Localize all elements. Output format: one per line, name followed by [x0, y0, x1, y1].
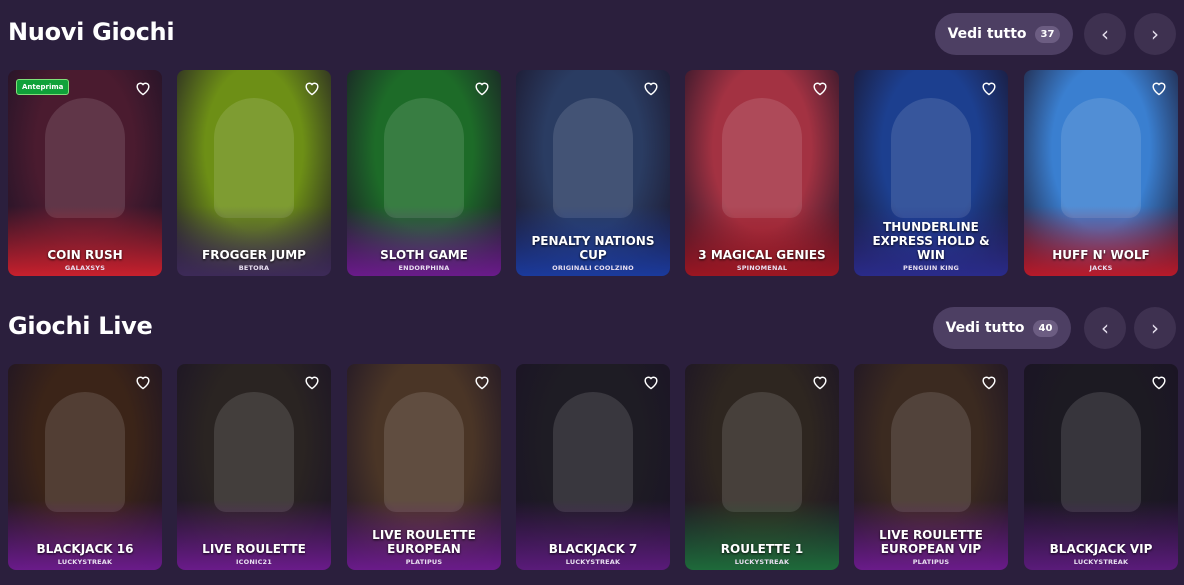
game-title: FROGGER JUMP — [202, 248, 306, 262]
game-provider: ENDORPHINA — [398, 264, 450, 272]
section-header: Nuovi Giochi Vedi tutto 37 ‹ › — [0, 0, 1184, 70]
game-title: LIVE ROULETTE — [202, 542, 306, 556]
game-artwork-figure — [45, 98, 125, 218]
count-badge: 37 — [1034, 25, 1061, 43]
game-artwork-figure — [553, 98, 633, 218]
game-card[interactable]: 3 MAGICAL GENIES SPINOMENAL — [685, 70, 839, 276]
prev-button[interactable]: ‹ — [1084, 13, 1126, 55]
game-card[interactable]: BLACKJACK 16 LUCKYSTREAK — [8, 364, 162, 570]
game-title: HUFF N' WOLF — [1052, 248, 1150, 262]
heart-icon[interactable] — [134, 374, 152, 390]
see-all-button[interactable]: Vedi tutto 40 — [933, 307, 1071, 349]
game-card[interactable]: PENALTY NATIONS CUP ORIGINALI COOLZINO — [516, 70, 670, 276]
game-card[interactable]: BLACKJACK VIP LUCKYSTREAK — [1024, 364, 1178, 570]
game-artwork-figure — [1061, 98, 1141, 218]
game-provider: PLATIPUS — [912, 558, 950, 566]
next-button[interactable]: › — [1134, 307, 1176, 349]
see-all-button[interactable]: Vedi tutto 37 — [935, 13, 1073, 55]
chevron-left-icon: ‹ — [1101, 316, 1109, 340]
chevron-right-icon: › — [1151, 22, 1159, 46]
game-card[interactable]: LIVE ROULETTE EUROPEAN PLATIPUS — [347, 364, 501, 570]
game-provider: LUCKYSTREAK — [734, 558, 790, 566]
game-title: BLACKJACK VIP — [1049, 542, 1153, 556]
section-live-games: Giochi Live Vedi tutto 40 ‹ › BLACKJACK … — [0, 294, 1184, 570]
game-carousel: BLACKJACK 16 LUCKYSTREAK LIVE ROULETTE ICON… — [0, 364, 1184, 570]
game-artwork-figure — [891, 98, 971, 218]
game-artwork-figure — [1061, 392, 1141, 512]
game-title: BLACKJACK 16 — [36, 542, 134, 556]
game-artwork-figure — [45, 392, 125, 512]
game-title: PENALTY NATIONS CUP — [531, 234, 655, 262]
game-title: SLOTH GAME — [380, 248, 468, 262]
game-title: LIVE ROULETTE EUROPEAN VIP — [879, 528, 983, 556]
chevron-right-icon: › — [1151, 316, 1159, 340]
game-title: THUNDERLINE EXPRESS HOLD & WIN — [872, 220, 990, 262]
heart-icon[interactable] — [980, 80, 998, 96]
game-provider: ORIGINALI COOLZINO — [552, 264, 634, 272]
heart-icon[interactable] — [1150, 374, 1168, 390]
game-title: LIVE ROULETTE EUROPEAN — [372, 528, 476, 556]
heart-icon[interactable] — [303, 374, 321, 390]
prev-button[interactable]: ‹ — [1084, 307, 1126, 349]
section-header: Giochi Live Vedi tutto 40 ‹ › — [0, 294, 1184, 364]
section-new-games: Nuovi Giochi Vedi tutto 37 ‹ › COIN RUSH… — [0, 0, 1184, 276]
game-provider: LUCKYSTREAK — [565, 558, 621, 566]
game-carousel: COIN RUSH GALAXSYS Anteprima FROGGER JUMP BE… — [0, 70, 1184, 276]
heart-icon[interactable] — [980, 374, 998, 390]
game-provider: LUCKYSTREAK — [1073, 558, 1129, 566]
heart-icon[interactable] — [642, 80, 660, 96]
game-provider: ICONIC21 — [236, 558, 272, 566]
game-artwork-figure — [384, 392, 464, 512]
heart-icon[interactable] — [1150, 80, 1168, 96]
preview-badge: Anteprima — [16, 79, 70, 95]
game-card[interactable]: LIVE ROULETTE EUROPEAN VIP PLATIPUS — [854, 364, 1008, 570]
game-artwork-figure — [891, 392, 971, 512]
section-title: Nuovi Giochi — [8, 18, 175, 46]
game-card[interactable]: BLACKJACK 7 LUCKYSTREAK — [516, 364, 670, 570]
game-artwork-figure — [214, 392, 294, 512]
heart-icon[interactable] — [473, 374, 491, 390]
game-card[interactable]: THUNDERLINE EXPRESS HOLD & WIN PENGUIN KI… — [854, 70, 1008, 276]
game-artwork-figure — [553, 392, 633, 512]
game-title: COIN RUSH — [47, 248, 123, 262]
next-button[interactable]: › — [1134, 13, 1176, 55]
section-title: Giochi Live — [8, 312, 153, 340]
heart-icon[interactable] — [811, 374, 829, 390]
game-card[interactable]: HUFF N' WOLF JACKS — [1024, 70, 1178, 276]
heart-icon[interactable] — [473, 80, 491, 96]
see-all-label: Vedi tutto — [947, 26, 1027, 42]
game-title: 3 MAGICAL GENIES — [698, 248, 826, 262]
game-artwork-figure — [214, 98, 294, 218]
game-card[interactable]: COIN RUSH GALAXSYS Anteprima — [8, 70, 162, 276]
heart-icon[interactable] — [303, 80, 321, 96]
see-all-label: Vedi tutto — [945, 320, 1025, 336]
game-title: ROULETTE 1 — [720, 542, 804, 556]
game-card[interactable]: FROGGER JUMP BETORA — [177, 70, 331, 276]
chevron-left-icon: ‹ — [1101, 22, 1109, 46]
game-provider: SPINOMENAL — [736, 264, 788, 272]
game-provider: PENGUIN KING — [902, 264, 959, 272]
heart-icon[interactable] — [642, 374, 660, 390]
game-artwork-figure — [722, 98, 802, 218]
heart-icon[interactable] — [134, 80, 152, 96]
game-provider: JACKS — [1089, 264, 1113, 272]
count-badge: 40 — [1032, 319, 1059, 337]
game-card[interactable]: ROULETTE 1 LUCKYSTREAK — [685, 364, 839, 570]
game-provider: PLATIPUS — [405, 558, 443, 566]
game-card[interactable]: SLOTH GAME ENDORPHINA — [347, 70, 501, 276]
heart-icon[interactable] — [811, 80, 829, 96]
game-provider: BETORA — [238, 264, 270, 272]
game-provider: LUCKYSTREAK — [57, 558, 113, 566]
game-title: BLACKJACK 7 — [548, 542, 638, 556]
game-artwork-figure — [722, 392, 802, 512]
game-artwork-figure — [384, 98, 464, 218]
game-provider: GALAXSYS — [64, 264, 106, 272]
game-card[interactable]: LIVE ROULETTE ICONIC21 — [177, 364, 331, 570]
